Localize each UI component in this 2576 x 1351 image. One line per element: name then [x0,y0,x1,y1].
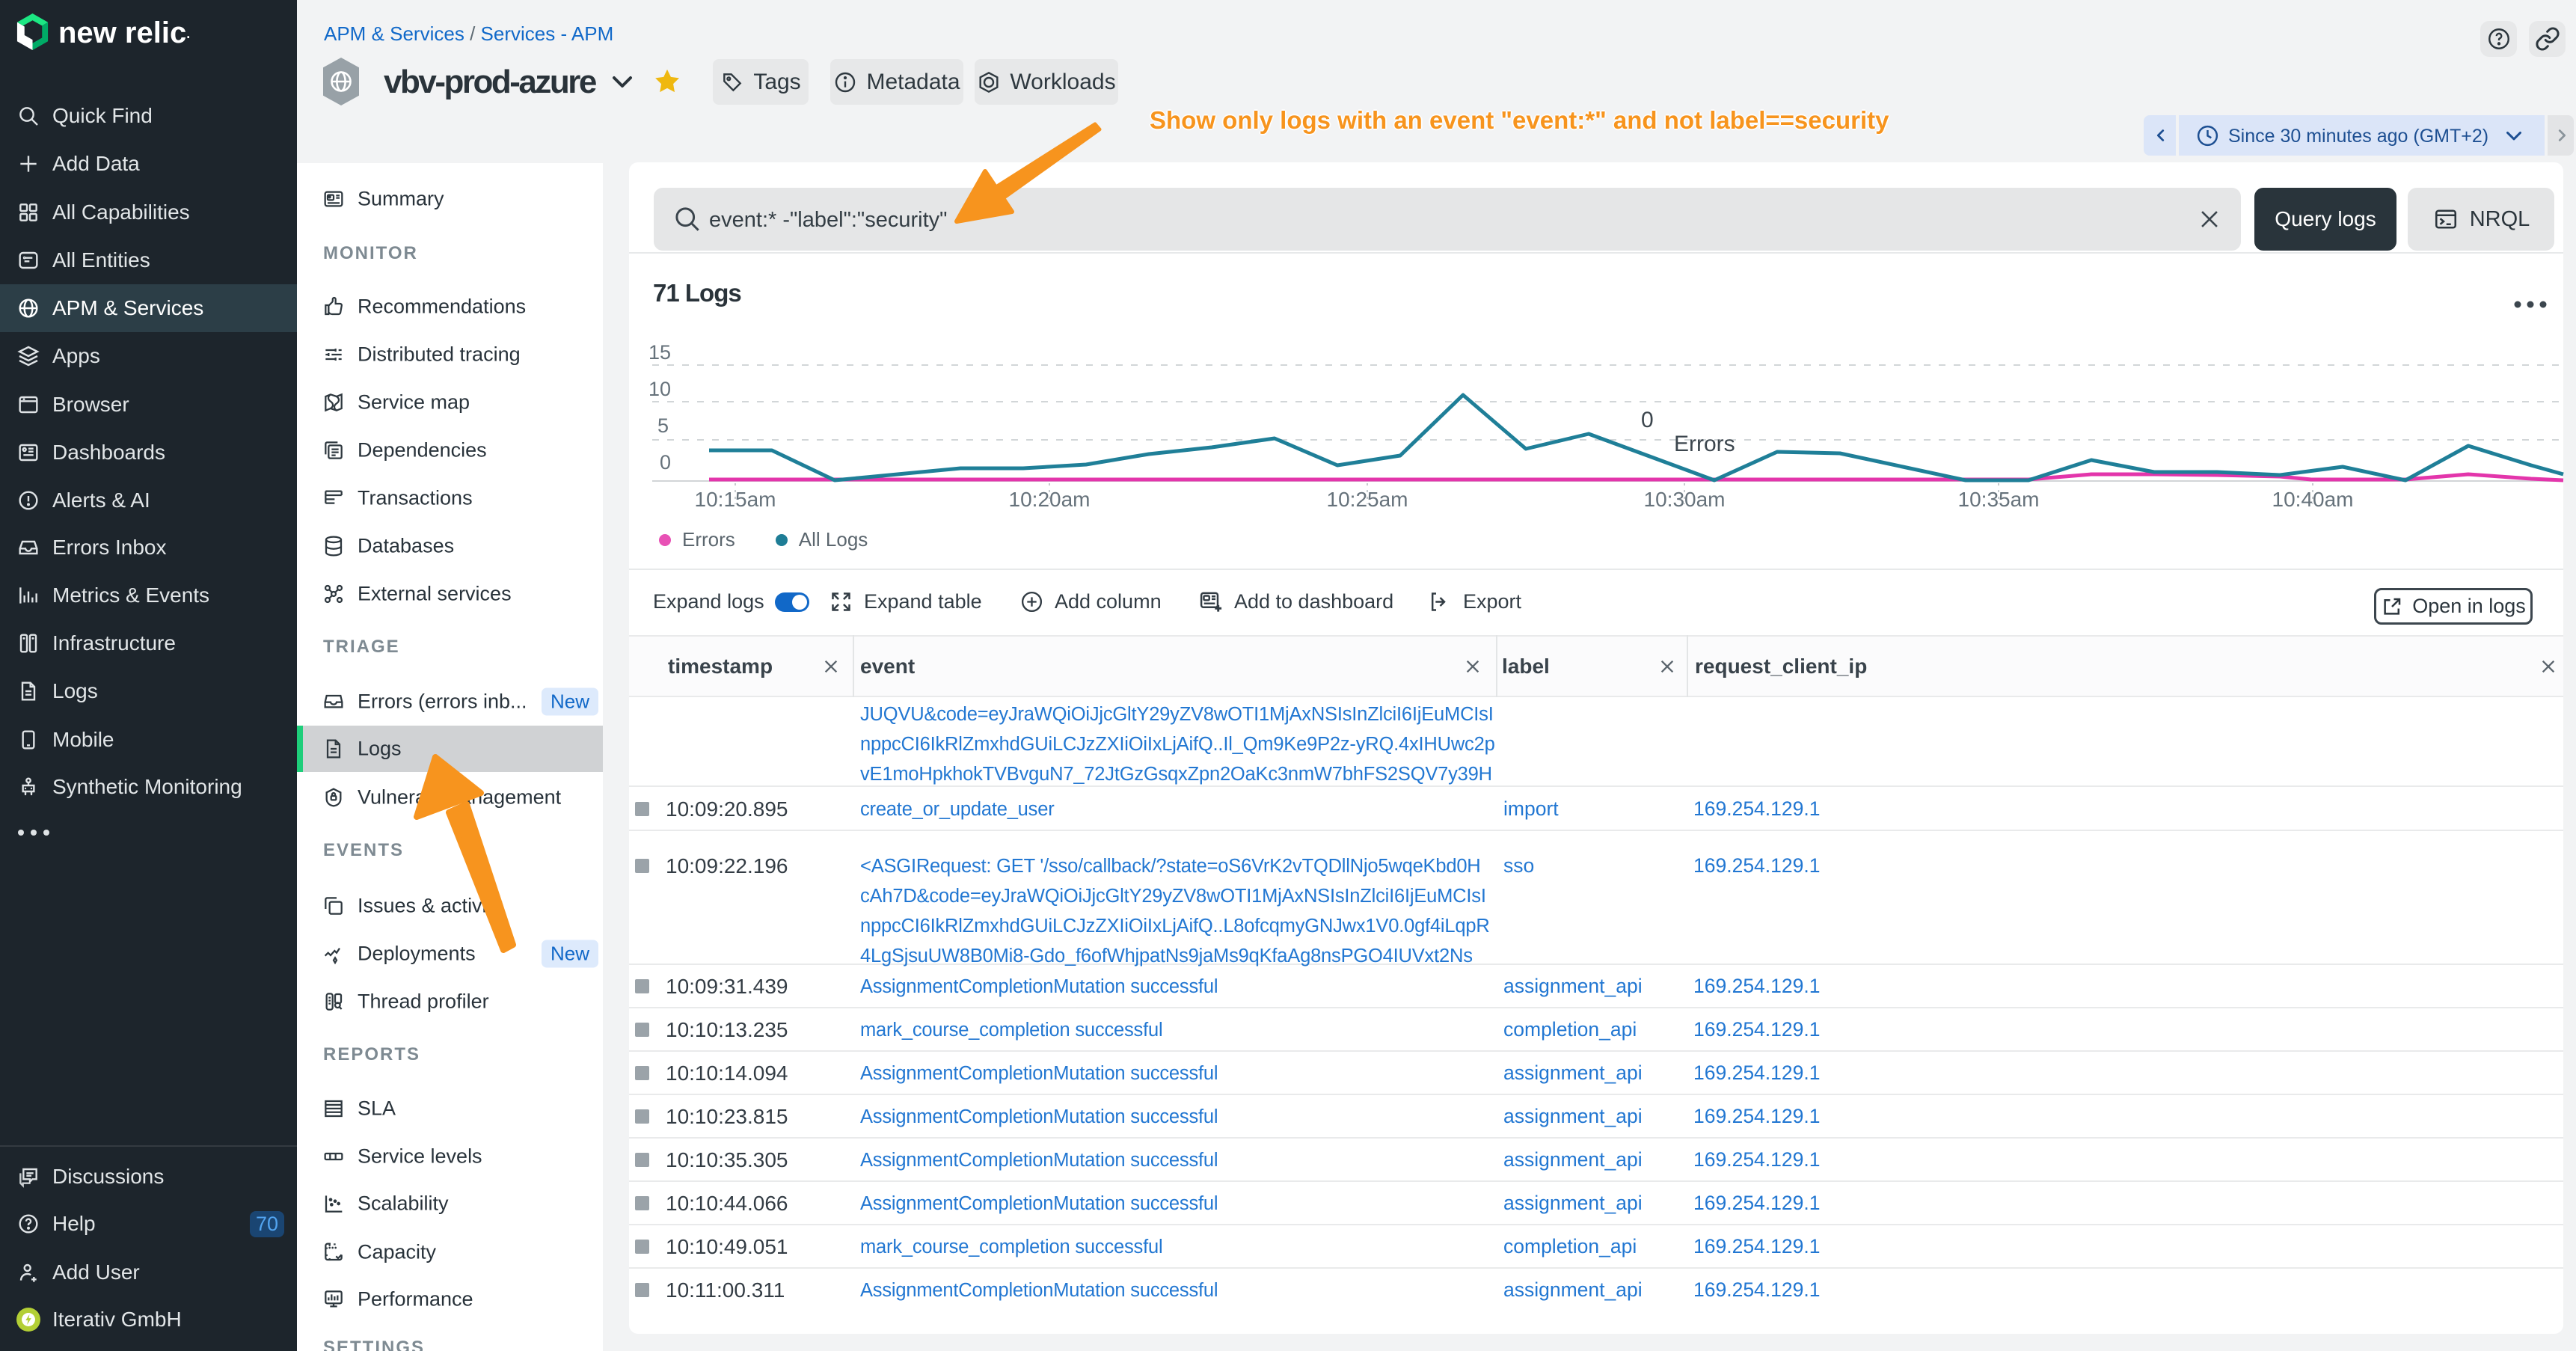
svg-text:10:35am: 10:35am [1958,488,2040,511]
svg-text:15: 15 [648,341,671,364]
svg-text:10:20am: 10:20am [1009,488,1091,511]
svg-text:10:40am: 10:40am [2272,488,2354,511]
svg-text:Errors: Errors [1674,432,1735,456]
svg-text:0: 0 [1641,408,1654,432]
svg-text:10:25am: 10:25am [1327,488,1408,511]
svg-text:10: 10 [648,378,671,400]
svg-text:10:15am: 10:15am [695,488,776,511]
svg-text:0: 0 [660,451,671,474]
svg-text:10:30am: 10:30am [1644,488,1726,511]
svg-text:5: 5 [657,414,669,437]
